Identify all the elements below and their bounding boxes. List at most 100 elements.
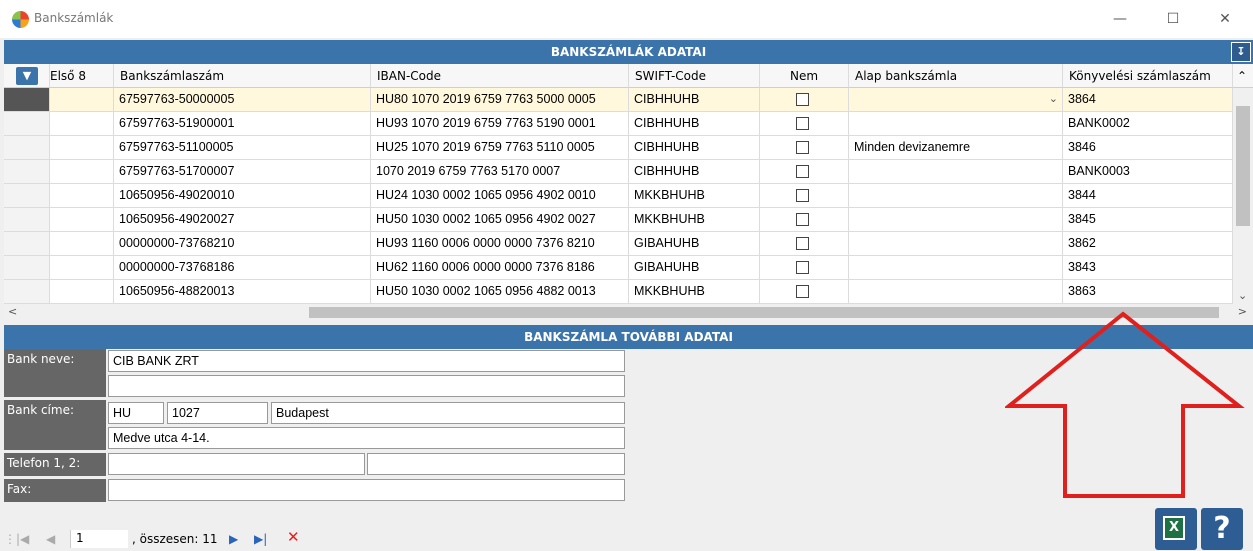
cell-account[interactable]: 00000000-73768186 (114, 256, 371, 280)
cell-account[interactable]: 10650956-49020010 (114, 184, 371, 208)
nem-checkbox[interactable] (796, 117, 809, 130)
cell-iban[interactable]: HU50 1030 0002 1065 0956 4902 0027 (371, 208, 629, 232)
chevron-down-icon[interactable]: ⌄ (1049, 88, 1058, 111)
cell-first8[interactable] (50, 208, 114, 232)
cell-swift[interactable]: GIBAHUHB (629, 256, 760, 280)
phone1-field[interactable] (108, 453, 365, 475)
cell-default-account[interactable] (849, 160, 1063, 184)
row-indicator[interactable] (4, 112, 50, 136)
cell-swift[interactable]: MKKBHUHB (629, 208, 760, 232)
row-indicator[interactable] (4, 208, 50, 232)
column-header-iban[interactable]: IBAN-Code (371, 64, 629, 88)
cell-first8[interactable] (50, 88, 114, 112)
row-indicator[interactable] (4, 88, 50, 112)
row-indicator[interactable] (4, 160, 50, 184)
column-header-account[interactable]: Bankszámlaszám (114, 64, 371, 88)
cell-account[interactable]: 67597763-51900001 (114, 112, 371, 136)
nem-checkbox[interactable] (796, 285, 809, 298)
vertical-scroll-thumb[interactable] (1236, 106, 1250, 226)
cell-default-account[interactable]: Minden devizanemre (849, 136, 1063, 160)
cell-first8[interactable] (50, 112, 114, 136)
column-header-nem[interactable]: Nem (760, 64, 849, 88)
table-row[interactable]: 10650956-49020027 HU50 1030 0002 1065 095… (4, 208, 1233, 232)
zip-field[interactable]: 1027 (167, 402, 268, 424)
nem-checkbox[interactable] (796, 189, 809, 202)
cell-swift[interactable]: MKKBHUHB (629, 184, 760, 208)
nem-checkbox[interactable] (796, 141, 809, 154)
column-header-default-account[interactable]: Alap bankszámla (849, 64, 1063, 88)
maximize-button[interactable]: ☐ (1150, 8, 1196, 30)
cell-default-account[interactable] (849, 280, 1063, 304)
column-header-first8[interactable]: Első 8 (50, 64, 114, 88)
delete-icon[interactable]: ✕ (287, 529, 300, 545)
cell-first8[interactable] (50, 256, 114, 280)
row-indicator[interactable] (4, 136, 50, 160)
table-row[interactable]: 67597763-50000005 HU80 1070 2019 6759 776… (4, 88, 1233, 112)
cell-account[interactable]: 67597763-50000005 (114, 88, 371, 112)
table-row[interactable]: 10650956-48820013 HU50 1030 0002 1065 095… (4, 280, 1233, 304)
city-field[interactable]: Budapest (271, 402, 625, 424)
table-row[interactable]: 67597763-51700007 1070 2019 6759 7763 517… (4, 160, 1233, 184)
cell-ledger-account[interactable]: BANK0002 (1063, 112, 1233, 136)
nem-checkbox[interactable] (796, 261, 809, 274)
help-button[interactable]: ? (1201, 508, 1243, 550)
cell-first8[interactable] (50, 280, 114, 304)
cell-ledger-account[interactable]: 3846 (1063, 136, 1233, 160)
cell-ledger-account[interactable]: BANK0003 (1063, 160, 1233, 184)
cell-ledger-account[interactable]: 3844 (1063, 184, 1233, 208)
cell-default-account[interactable] (849, 232, 1063, 256)
minimize-button[interactable]: — (1097, 8, 1143, 30)
cell-default-account[interactable] (849, 256, 1063, 280)
row-indicator[interactable] (4, 232, 50, 256)
cell-ledger-account[interactable]: 3845 (1063, 208, 1233, 232)
cell-iban[interactable]: HU93 1070 2019 6759 7763 5190 0001 (371, 112, 629, 136)
table-row[interactable]: 00000000-73768186 HU62 1160 0006 0000 000… (4, 256, 1233, 280)
last-page-icon[interactable]: ▶| (254, 531, 267, 547)
cell-account[interactable]: 67597763-51100005 (114, 136, 371, 160)
collapse-icon[interactable]: ↧ (1231, 42, 1251, 62)
cell-ledger-account[interactable]: 3862 (1063, 232, 1233, 256)
nem-checkbox[interactable] (796, 237, 809, 250)
cell-account[interactable]: 10650956-49020027 (114, 208, 371, 232)
nem-checkbox[interactable] (796, 213, 809, 226)
phone2-field[interactable] (367, 453, 625, 475)
cell-first8[interactable] (50, 184, 114, 208)
cell-first8[interactable] (50, 136, 114, 160)
bank-name-2-field[interactable] (108, 375, 625, 397)
scroll-left-arrow[interactable]: < (8, 305, 17, 318)
cell-account[interactable]: 67597763-51700007 (114, 160, 371, 184)
next-page-icon[interactable]: ▶ (229, 531, 238, 547)
first-page-icon[interactable]: |◀ (16, 531, 29, 547)
fax-field[interactable] (108, 479, 625, 501)
table-row[interactable]: 00000000-73768210 HU93 1160 0006 0000 000… (4, 232, 1233, 256)
cell-ledger-account[interactable]: 3864 (1063, 88, 1233, 112)
filter-icon[interactable]: ▼ (16, 67, 38, 85)
close-button[interactable]: ✕ (1202, 8, 1248, 30)
street-field[interactable]: Medve utca 4-14. (108, 427, 625, 449)
cell-iban[interactable]: 1070 2019 6759 7763 5170 0007 (371, 160, 629, 184)
nem-checkbox[interactable] (796, 165, 809, 178)
row-indicator[interactable] (4, 280, 50, 304)
cell-iban[interactable]: HU93 1160 0006 0000 0000 7376 8210 (371, 232, 629, 256)
table-row[interactable]: 67597763-51900001 HU93 1070 2019 6759 776… (4, 112, 1233, 136)
table-row[interactable]: 67597763-51100005 HU25 1070 2019 6759 776… (4, 136, 1233, 160)
cell-ledger-account[interactable]: 3843 (1063, 256, 1233, 280)
vertical-scrollbar[interactable]: ⌄ (1233, 88, 1253, 304)
table-row[interactable]: 10650956-49020010 HU24 1030 0002 1065 095… (4, 184, 1233, 208)
cell-account[interactable]: 00000000-73768210 (114, 232, 371, 256)
cell-swift[interactable]: CIBHHUHB (629, 136, 760, 160)
row-indicator[interactable] (4, 184, 50, 208)
cell-iban[interactable]: HU80 1070 2019 6759 7763 5000 0005 (371, 88, 629, 112)
prev-page-icon[interactable]: ◀ (46, 531, 55, 547)
page-number-input[interactable]: 1 (70, 530, 128, 548)
cell-account[interactable]: 10650956-48820013 (114, 280, 371, 304)
cell-default-account[interactable] (849, 112, 1063, 136)
cell-iban[interactable]: HU62 1160 0006 0000 0000 7376 8186 (371, 256, 629, 280)
scroll-down-arrow[interactable]: ⌄ (1238, 289, 1247, 302)
cell-swift[interactable]: CIBHHUHB (629, 160, 760, 184)
cell-iban[interactable]: HU50 1030 0002 1065 0956 4882 0013 (371, 280, 629, 304)
nem-checkbox[interactable] (796, 93, 809, 106)
row-indicator[interactable] (4, 256, 50, 280)
cell-swift[interactable]: CIBHHUHB (629, 112, 760, 136)
cell-swift[interactable]: GIBAHUHB (629, 232, 760, 256)
